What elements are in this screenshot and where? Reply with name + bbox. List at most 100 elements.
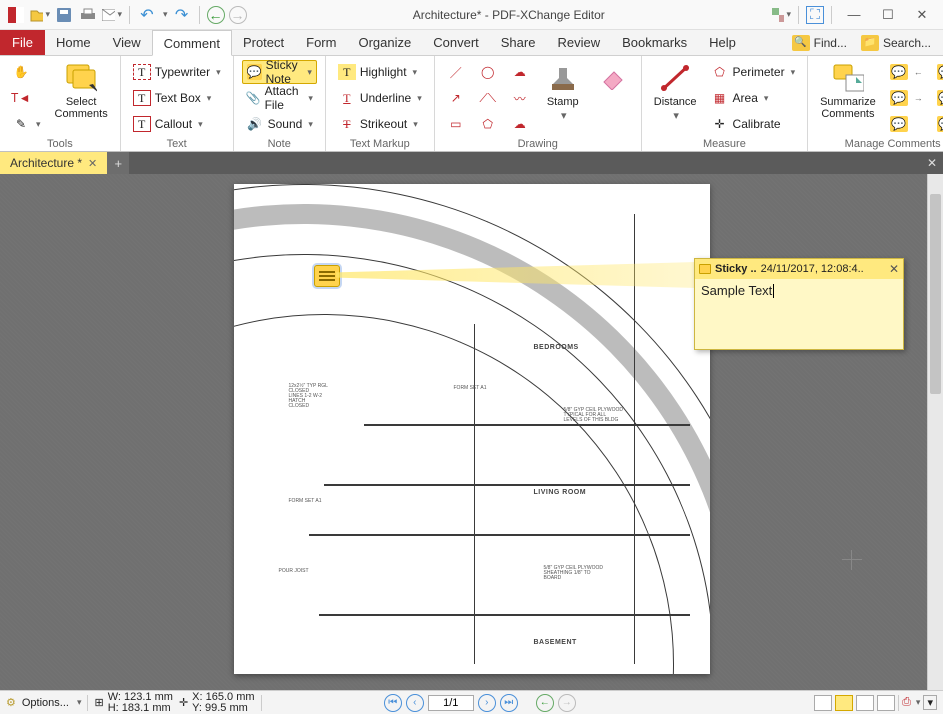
sticky-note-small-icon bbox=[699, 264, 711, 274]
save-icon[interactable] bbox=[54, 5, 74, 25]
menu-protect[interactable]: Protect bbox=[232, 30, 295, 55]
undo-icon[interactable]: ↶ bbox=[137, 5, 157, 25]
options-gear-icon[interactable]: ⚙ bbox=[6, 696, 16, 709]
select-comments-button[interactable]: Select Comments bbox=[51, 60, 112, 122]
page-number-input[interactable] bbox=[428, 695, 474, 711]
menu-bar: File Home View Comment Protect Form Orga… bbox=[0, 30, 943, 56]
strikeout-button[interactable]: TStrikeout▾ bbox=[334, 112, 426, 136]
sound-button[interactable]: 🔊Sound▾ bbox=[242, 112, 317, 136]
status-bar: ⚙ Options...▾ ⊞ W: 123.1 mm H: 183.1 mm … bbox=[0, 690, 943, 714]
hand-tool[interactable]: ✋ bbox=[8, 60, 45, 84]
perimeter-button[interactable]: ⬠Perimeter▾ bbox=[707, 60, 800, 84]
nav-fwd-icon: → bbox=[229, 6, 247, 24]
line-tool[interactable]: ／ bbox=[443, 60, 469, 84]
ribbon-group-drawing: ／ ↗ ▭ ◯ ⟋⟍ ⬠ ☁ 〰 ☁ Stamp▾ Drawing bbox=[435, 56, 642, 151]
polygon-tool[interactable]: ⬠ bbox=[475, 112, 501, 136]
menu-form[interactable]: Form bbox=[295, 30, 347, 55]
menu-organize[interactable]: Organize bbox=[347, 30, 422, 55]
view-facing-button[interactable] bbox=[856, 695, 874, 711]
next-page-button[interactable]: › bbox=[478, 694, 496, 712]
menu-bookmarks[interactable]: Bookmarks bbox=[611, 30, 698, 55]
zoom-dropdown-icon[interactable]: ▾ bbox=[923, 695, 937, 710]
nav-back-button[interactable]: ← bbox=[536, 694, 554, 712]
edit-tool[interactable]: ✎▾ bbox=[8, 112, 45, 136]
nav-back-icon[interactable]: ← bbox=[207, 6, 225, 24]
pencil-tool[interactable]: 〰 bbox=[507, 86, 533, 110]
arrow-tool[interactable]: ↗ bbox=[443, 86, 469, 110]
ribbon: ✋ Ꭲ◄ ✎▾ Select Comments Tools TTypewrite… bbox=[0, 56, 943, 152]
print-icon[interactable] bbox=[78, 5, 98, 25]
document-tab[interactable]: Architecture * ✕ bbox=[0, 152, 107, 174]
sticky-popup-header[interactable]: Sticky .. 24/11/2017, 12:08:4.. ✕ bbox=[695, 259, 903, 279]
stamp-button[interactable]: Stamp▾ bbox=[539, 60, 587, 124]
sticky-note-popup[interactable]: Sticky .. 24/11/2017, 12:08:4.. ✕ Sample… bbox=[694, 258, 904, 350]
search-button[interactable]: 📁Search... bbox=[855, 33, 937, 53]
file-menu[interactable]: File bbox=[0, 30, 45, 55]
last-page-button[interactable]: ⏭ bbox=[500, 694, 518, 712]
close-all-tabs-button[interactable]: ✕ bbox=[921, 152, 943, 174]
email-icon[interactable]: ▾ bbox=[102, 5, 122, 25]
pdf-page[interactable]: BEDROOMS LIVING ROOM BASEMENT 12x2½" TYP… bbox=[234, 184, 710, 674]
fullscreen-icon[interactable]: ⛶ bbox=[806, 6, 824, 24]
cloud-poly-tool[interactable]: ☁ bbox=[507, 112, 533, 136]
sticky-note-icon: 💬 bbox=[247, 64, 262, 80]
redo-icon[interactable]: ↷ bbox=[172, 5, 192, 25]
view-continuous-button[interactable] bbox=[835, 695, 853, 711]
menu-share[interactable]: Share bbox=[490, 30, 547, 55]
callout-button[interactable]: TCallout▾ bbox=[129, 112, 225, 136]
menu-comment[interactable]: Comment bbox=[152, 30, 232, 56]
vertical-scrollbar[interactable] bbox=[927, 174, 943, 690]
scrollbar-thumb[interactable] bbox=[930, 194, 941, 394]
perimeter-icon: ⬠ bbox=[711, 64, 729, 80]
comments-list-button[interactable]: 💬 bbox=[886, 112, 927, 136]
maximize-button[interactable]: ☐ bbox=[873, 3, 903, 27]
underline-button[interactable]: TUnderline▾ bbox=[334, 86, 426, 110]
highlight-button[interactable]: THighlight▾ bbox=[334, 60, 426, 84]
close-tab-icon[interactable]: ✕ bbox=[88, 157, 97, 170]
menu-home[interactable]: Home bbox=[45, 30, 102, 55]
minimize-button[interactable]: — bbox=[839, 3, 869, 27]
show-comments-button[interactable]: 💬▾ bbox=[933, 60, 943, 84]
open-icon[interactable]: ▾ bbox=[30, 5, 50, 25]
attach-file-button[interactable]: 📎Attach File▾ bbox=[242, 86, 317, 110]
ui-options-icon[interactable]: ▾ bbox=[771, 5, 791, 25]
view-facing-cont-button[interactable] bbox=[877, 695, 895, 711]
summarize-comments-button[interactable]: Summarize Comments bbox=[816, 60, 880, 122]
view-single-button[interactable] bbox=[814, 695, 832, 711]
area-button[interactable]: ▦Area▾ bbox=[707, 86, 800, 110]
menu-review[interactable]: Review bbox=[546, 30, 611, 55]
search-icon: 📁 bbox=[861, 35, 879, 51]
zoom-fit-icon[interactable]: ⎙ bbox=[902, 696, 911, 709]
menu-view[interactable]: View bbox=[102, 30, 152, 55]
export-comments-button[interactable]: 💬→ bbox=[886, 86, 927, 110]
calibrate-button[interactable]: ✛Calibrate bbox=[707, 112, 800, 136]
rect-tool[interactable]: ▭ bbox=[443, 112, 469, 136]
options-button[interactable]: Options... bbox=[22, 697, 69, 709]
polyline-tool[interactable]: ⟋⟍ bbox=[475, 86, 501, 110]
comment-styles-button[interactable]: 💬▾ bbox=[933, 112, 943, 136]
sticky-note-button[interactable]: 💬Sticky Note▾ bbox=[242, 60, 317, 84]
close-button[interactable]: ✕ bbox=[907, 3, 937, 27]
document-area[interactable]: BEDROOMS LIVING ROOM BASEMENT 12x2½" TYP… bbox=[0, 174, 943, 690]
document-tab-label: Architecture * bbox=[10, 156, 82, 170]
import-comments-button[interactable]: 💬← bbox=[886, 60, 927, 84]
new-tab-button[interactable]: + bbox=[107, 152, 129, 174]
eraser-button[interactable] bbox=[593, 60, 633, 96]
select-text-tool[interactable]: Ꭲ◄ bbox=[8, 86, 45, 110]
prev-page-button[interactable]: ‹ bbox=[406, 694, 424, 712]
textbox-button[interactable]: TText Box▾ bbox=[129, 86, 225, 110]
sticky-note-annotation[interactable] bbox=[314, 265, 340, 287]
typewriter-button[interactable]: TTypewriter▾ bbox=[129, 60, 225, 84]
first-page-button[interactable]: ⏮ bbox=[384, 694, 402, 712]
sticky-popup-close-icon[interactable]: ✕ bbox=[889, 262, 899, 276]
menu-convert[interactable]: Convert bbox=[422, 30, 490, 55]
flatten-comments-button[interactable]: 💬▾ bbox=[933, 86, 943, 110]
distance-button[interactable]: Distance▾ bbox=[650, 60, 701, 124]
cloud-tool[interactable]: ☁ bbox=[507, 60, 533, 84]
oval-tool[interactable]: ◯ bbox=[475, 60, 501, 84]
menu-help[interactable]: Help bbox=[698, 30, 747, 55]
find-button[interactable]: 🔍Find... bbox=[786, 33, 853, 53]
sticky-popup-body[interactable]: Sample Text bbox=[695, 279, 903, 349]
status-position: ✛ X: 165.0 mm Y: 99.5 mm bbox=[179, 692, 255, 714]
app-icon bbox=[6, 5, 26, 25]
